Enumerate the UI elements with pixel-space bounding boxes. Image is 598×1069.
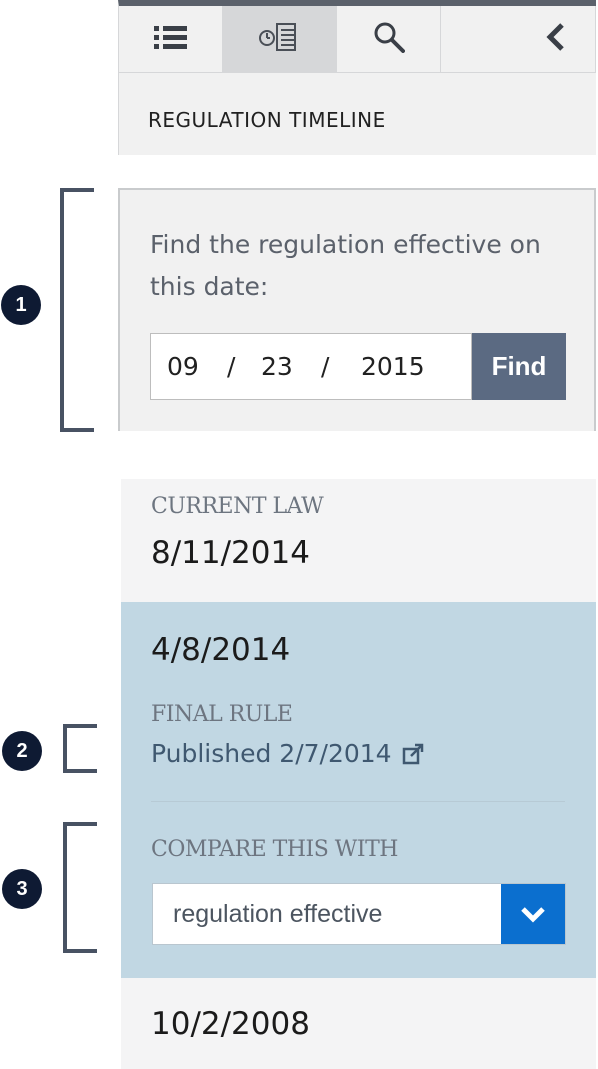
- timeline-entry-older[interactable]: 10/2/2008: [121, 978, 596, 1069]
- published-text[interactable]: Published 2/7/2014: [151, 739, 392, 768]
- compare-select-value[interactable]: regulation effective: [173, 900, 382, 929]
- tab-timeline[interactable]: [223, 6, 337, 73]
- published-link[interactable]: Published 2/7/2014: [151, 739, 424, 768]
- date-input[interactable]: 09 / 23 / 2015: [150, 333, 472, 400]
- panel-header: REGULATION TIMELINE: [118, 73, 596, 155]
- date-day[interactable]: 23: [261, 352, 293, 381]
- final-rule-label: FINAL RULE: [151, 702, 293, 727]
- panel-title: REGULATION TIMELINE: [148, 108, 386, 132]
- list-icon: [153, 24, 188, 55]
- timeline-entry-current[interactable]: CURRENT LAW 8/11/2014: [121, 479, 596, 602]
- chevron-left-icon: [545, 22, 565, 57]
- timeline-entry-selected: 4/8/2014 FINAL RULE Published 2/7/2014 C…: [121, 602, 596, 978]
- date-month[interactable]: 09: [167, 352, 199, 381]
- compare-select[interactable]: regulation effective: [152, 883, 566, 945]
- selected-version-date: 4/8/2014: [151, 632, 291, 668]
- callout-badge-1: 1: [1, 285, 41, 325]
- date-year[interactable]: 2015: [361, 352, 425, 381]
- callout-bracket-3: [63, 822, 97, 953]
- tab-table-of-contents[interactable]: [119, 6, 223, 73]
- callout-badge-3: 3: [2, 869, 42, 909]
- divider: [151, 801, 565, 802]
- older-version-date[interactable]: 10/2/2008: [151, 1006, 310, 1042]
- callout-bracket-2: [63, 724, 97, 773]
- callout-bracket-1: [60, 188, 94, 432]
- tab-bar: [118, 0, 596, 73]
- current-law-label: CURRENT LAW: [151, 494, 324, 519]
- date-separator: /: [321, 352, 330, 381]
- timeline-icon: [258, 22, 302, 57]
- find-prompt: Find the regulation effective on this da…: [150, 230, 541, 301]
- search-icon: [373, 21, 405, 58]
- external-link-icon: [402, 743, 424, 765]
- chevron-down-icon[interactable]: [501, 884, 565, 944]
- callout-badge-2: 2: [2, 731, 42, 771]
- tab-search[interactable]: [337, 6, 441, 73]
- collapse-panel-button[interactable]: [441, 6, 596, 73]
- current-law-date[interactable]: 8/11/2014: [151, 535, 310, 571]
- find-by-date-panel: Find the regulation effective on this da…: [118, 188, 596, 431]
- date-separator: /: [227, 352, 236, 381]
- find-button[interactable]: Find: [472, 333, 566, 400]
- compare-label: COMPARE THIS WITH: [151, 837, 398, 862]
